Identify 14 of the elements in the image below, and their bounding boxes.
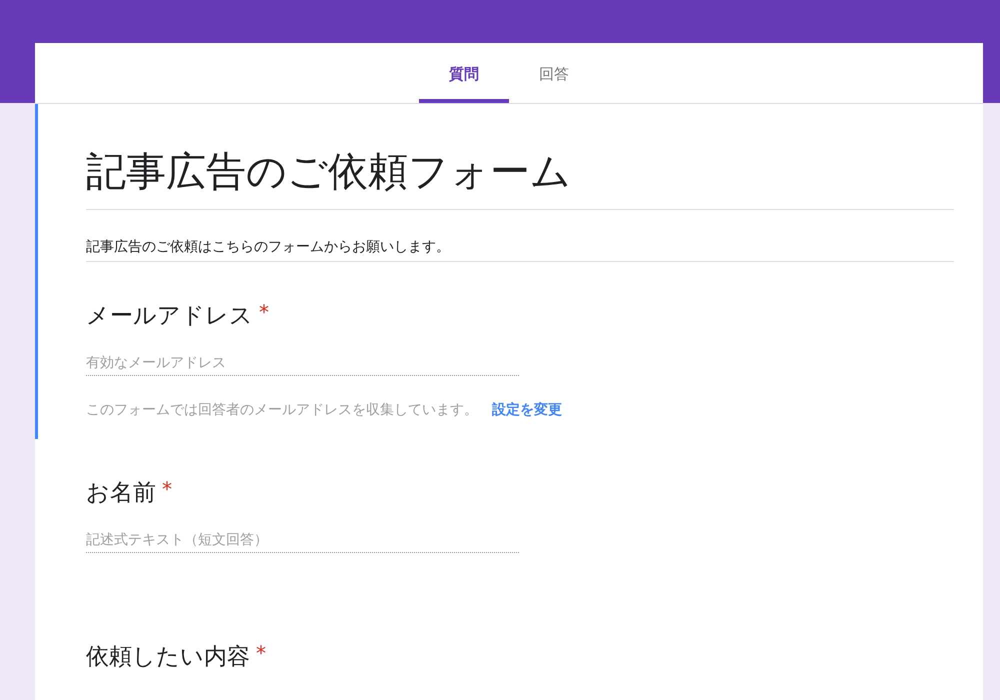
form-title[interactable]: 記事広告のご依頼フォーム [86, 104, 954, 210]
answer-field[interactable]: 記述式テキスト（短文回答） [86, 528, 519, 553]
required-mark: * [256, 641, 266, 665]
tab[interactable]: 回答 [509, 43, 599, 103]
collection-note: このフォームでは回答者のメールアドレスを収集しています。 [86, 401, 478, 419]
question-title[interactable]: 依頼したい内容 [86, 641, 250, 672]
question-title[interactable]: お名前 [86, 477, 156, 508]
answer-field[interactable]: 有効なメールアドレス [86, 351, 519, 376]
required-mark: * [162, 477, 172, 501]
required-mark: * [259, 300, 269, 324]
tab[interactable]: 質問 [419, 43, 509, 103]
change-settings-link[interactable]: 設定を変更 [492, 401, 562, 419]
form-description[interactable]: 記事広告のご依頼はこちらのフォームからお願いします。 [86, 210, 954, 262]
question-title[interactable]: メールアドレス [86, 300, 253, 331]
